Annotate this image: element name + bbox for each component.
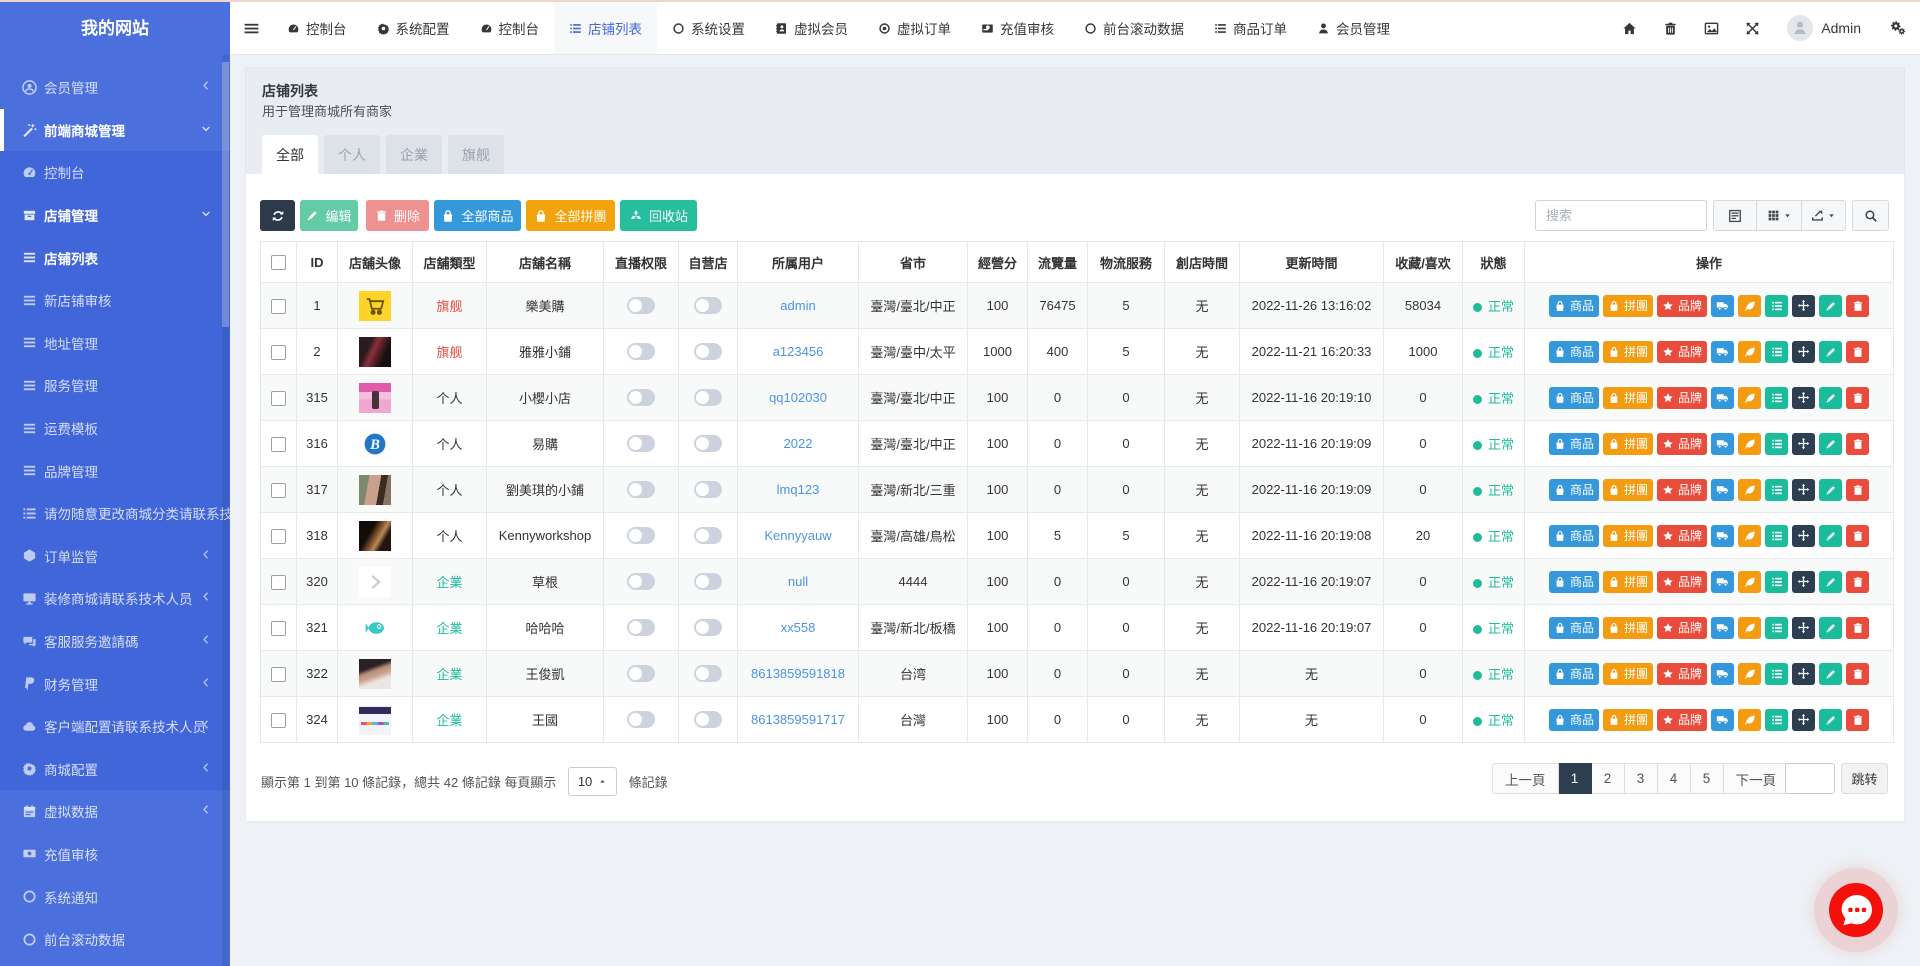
svg-text:B: B (369, 437, 380, 453)
